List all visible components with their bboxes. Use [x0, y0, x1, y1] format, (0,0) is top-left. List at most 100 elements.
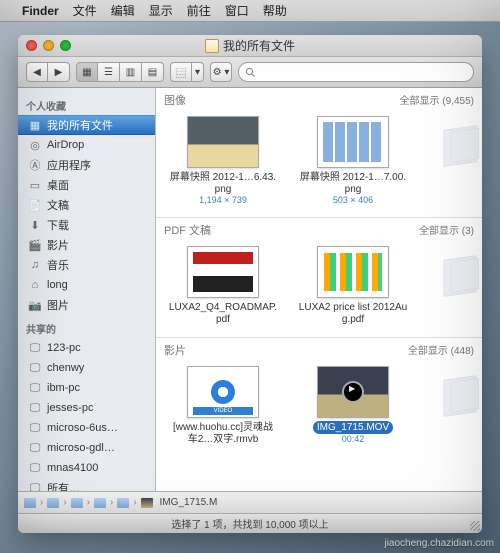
file-item[interactable]: 屏幕快照 2012-1…6.43.png1,194 × 739 [168, 116, 278, 205]
sidebar-shared-ibm-pc[interactable]: 🖵 ibm-pc [18, 378, 155, 398]
computer-icon: 🖵 [28, 441, 42, 455]
sidebar-item-label: 下载 [47, 217, 69, 233]
sidebar-item-文稿[interactable]: 📄文稿 [18, 195, 155, 215]
section-grid: 屏幕快照 2012-1…6.43.png1,194 × 739屏幕快照 2012… [156, 108, 482, 215]
path-item[interactable] [47, 498, 59, 508]
sidebar-item-图片[interactable]: 📷图片 [18, 295, 155, 315]
path-item[interactable] [117, 498, 129, 508]
resize-handle[interactable] [470, 521, 480, 531]
coverflow-view-button[interactable]: ▤ [142, 62, 164, 82]
music-icon: ♫ [28, 258, 42, 272]
applications-icon: Ⓐ [28, 158, 42, 172]
icon-view-button[interactable]: ▦ [76, 62, 98, 82]
sidebar-item-应用程序[interactable]: Ⓐ 应用程序 [18, 155, 155, 175]
zoom-button[interactable] [60, 40, 71, 51]
coverflow-preview[interactable] [442, 238, 482, 335]
menu-go[interactable]: 前往 [187, 2, 211, 19]
status-bar: 选择了 1 项，共找到 10,000 项以上 [18, 513, 482, 533]
sidebar-item-label: long [47, 279, 68, 291]
file-name: LUXA2_Q4_ROADMAP.pdf [168, 302, 278, 325]
section-header: 图像全部显示 (9,455) [156, 88, 482, 108]
show-all-link[interactable]: 全部显示 [419, 226, 459, 237]
minimize-button[interactable] [43, 40, 54, 51]
section-name: 影片 [164, 342, 186, 358]
sidebar-head-favorites: 个人收藏 [18, 92, 155, 115]
action-button[interactable]: ⚙ ▾ [210, 62, 232, 82]
file-item[interactable]: IMG_1715.MOV00:42 [298, 366, 408, 445]
thumbnail [187, 246, 259, 298]
sidebar-item-label: 图片 [47, 297, 69, 313]
show-all-link[interactable]: 全部显示 [408, 346, 448, 357]
section-count: (9,455) [442, 96, 474, 107]
sidebar-item-label: 123-pc [47, 342, 81, 354]
file-item[interactable]: 屏幕快照 2012-1…7.00.png503 × 406 [298, 116, 408, 205]
sidebar-item-影片[interactable]: 🎬影片 [18, 235, 155, 255]
titlebar[interactable]: 我的所有文件 [18, 35, 482, 57]
file-item[interactable]: [www.huohu.cc]灵魂战车2…双字.rmvb [168, 366, 278, 445]
computer-icon: 🖵 [28, 341, 42, 355]
section-count: (448) [451, 346, 474, 357]
traffic-lights [26, 40, 71, 51]
menu-view[interactable]: 显示 [149, 2, 173, 19]
sidebar-item-音乐[interactable]: ♫ 音乐 [18, 255, 155, 275]
back-button[interactable]: ◀ [26, 62, 48, 82]
app-menu[interactable]: Finder [22, 4, 59, 18]
file-meta: 00:42 [298, 434, 408, 444]
path-item-current[interactable]: IMG_1715.M [141, 497, 218, 508]
sidebar-item-label: microso-6us… [47, 422, 118, 434]
sidebar-shared-jesses-pc[interactable]: 🖵jesses-pc [18, 398, 155, 418]
menu-help[interactable]: 帮助 [263, 2, 287, 19]
sidebar-item-桌面[interactable]: ▭桌面 [18, 175, 155, 195]
search-input[interactable] [260, 66, 467, 78]
toolbar: ◀ ▶ ▦ ☰ ▥ ▤ ⿳ ▾ ⚙ ▾ [18, 57, 482, 88]
sidebar-item-AirDrop[interactable]: ◎AirDrop [18, 135, 155, 155]
path-item[interactable] [94, 498, 106, 508]
sidebar-item-label: ibm-pc [47, 382, 80, 394]
sidebar-shared-123-pc[interactable]: 🖵 123-pc [18, 338, 155, 358]
sidebar-item-label: 应用程序 [47, 157, 91, 173]
sidebar-item-label: 我的所有文件 [47, 117, 113, 133]
list-view-button[interactable]: ☰ [98, 62, 120, 82]
section-grid: LUXA2_Q4_ROADMAP.pdf LUXA2 price list 201… [156, 238, 482, 335]
sidebar-item-label: 文稿 [47, 197, 69, 213]
close-button[interactable] [26, 40, 37, 51]
sidebar-item-label: 音乐 [47, 257, 69, 273]
airdrop-icon: ◎ [28, 138, 42, 152]
section-header: PDF 文稿全部显示 (3) [156, 218, 482, 238]
file-meta: 1,194 × 739 [168, 195, 278, 205]
file-name: 屏幕快照 2012-1…7.00.png [298, 172, 408, 195]
sidebar-item-下载[interactable]: ⬇下载 [18, 215, 155, 235]
file-item[interactable]: LUXA2 price list 2012Aug.pdf [298, 246, 408, 325]
sidebar-shared-microso-6us…[interactable]: 🖵microso-6us… [18, 418, 155, 438]
arrange-menu[interactable]: ⿳ ▾ [170, 62, 204, 82]
path-item[interactable] [71, 498, 83, 508]
menu-file[interactable]: 文件 [73, 2, 97, 19]
computer-icon: 🖵 [28, 401, 42, 415]
sidebar-item-label: 桌面 [47, 177, 69, 193]
view-buttons: ▦ ☰ ▥ ▤ [76, 62, 164, 82]
menu-edit[interactable]: 编辑 [111, 2, 135, 19]
sidebar-item-我的所有文件[interactable]: ▦我的所有文件 [18, 115, 155, 135]
sidebar-shared-microso-gdl…[interactable]: 🖵microso-gdl… [18, 438, 155, 458]
column-view-button[interactable]: ▥ [120, 62, 142, 82]
show-all-link[interactable]: 全部显示 [400, 96, 440, 107]
coverflow-preview[interactable] [442, 108, 482, 215]
file-item[interactable]: LUXA2_Q4_ROADMAP.pdf [168, 246, 278, 325]
sidebar-item-long[interactable]: ⌂long [18, 275, 155, 295]
search-icon [245, 67, 256, 78]
search-field[interactable] [238, 62, 474, 82]
path-item[interactable] [24, 498, 36, 508]
folder-icon [117, 498, 129, 508]
sidebar-shared-所有…[interactable]: 🖵所有… [18, 478, 155, 491]
computer-icon: 🖵 [28, 381, 42, 395]
section-name: PDF 文稿 [164, 222, 211, 238]
menu-window[interactable]: 窗口 [225, 2, 249, 19]
coverflow-preview[interactable] [442, 358, 482, 455]
path-bar[interactable]: IMG_1715.M [18, 491, 482, 513]
sidebar-shared-chenwy[interactable]: 🖵chenwy [18, 358, 155, 378]
forward-button[interactable]: ▶ [48, 62, 70, 82]
computer-icon: 🖵 [28, 361, 42, 375]
sidebar-item-label: mnas4100 [47, 462, 98, 474]
sidebar-shared-mnas4100[interactable]: 🖵mnas4100 [18, 458, 155, 478]
thumbnail [187, 116, 259, 168]
